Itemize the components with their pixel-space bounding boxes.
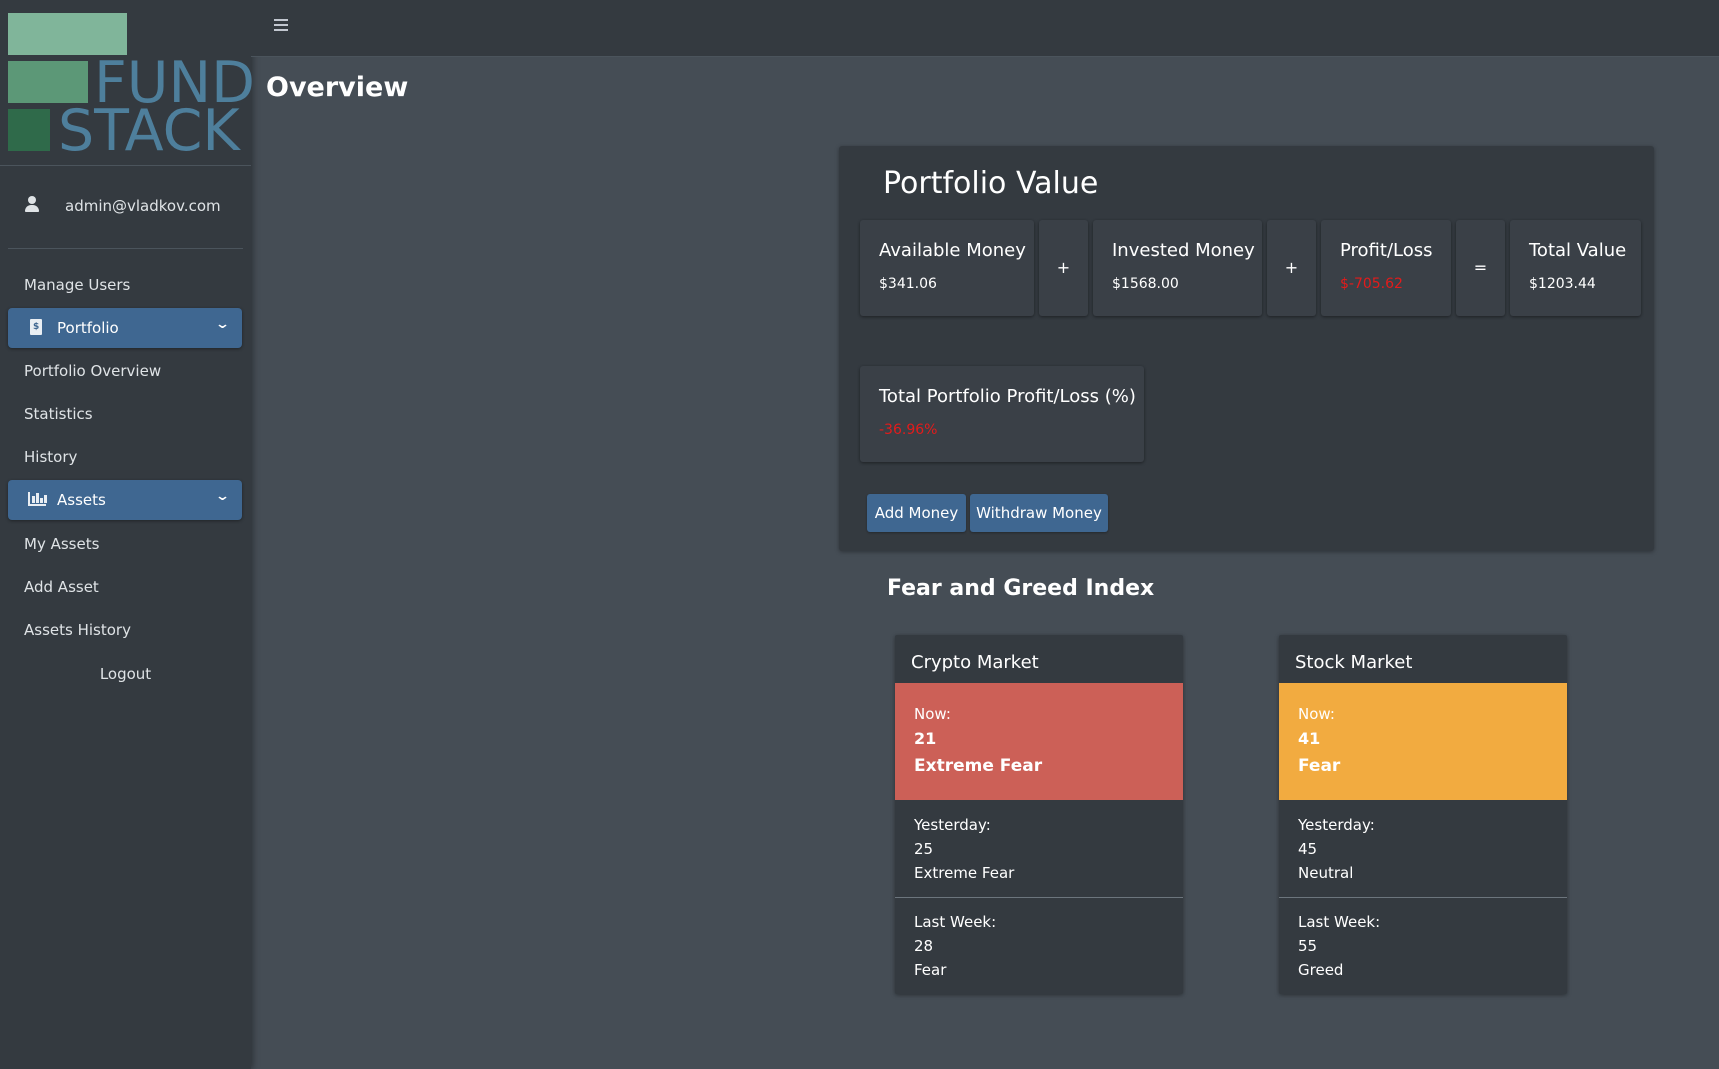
yesterday-value: 45 [1298, 840, 1318, 858]
fear-greed-title: Fear and Greed Index [887, 576, 1155, 601]
sidebar-item-assets-label: Assets [57, 491, 106, 509]
sidebar: FUND STACK admin@vladkov.com Manage User… [0, 0, 255, 1069]
yesterday-text: Neutral [1298, 864, 1354, 882]
user-email[interactable]: admin@vladkov.com [65, 197, 221, 215]
total-value-box: Total Value $1203.44 [1510, 220, 1641, 316]
yesterday-text: Extreme Fear [914, 864, 1015, 882]
now-text: Fear [1298, 756, 1341, 776]
logo-block-3 [8, 109, 50, 151]
last-week-label: Last Week: [914, 913, 997, 931]
last-week-text: Fear [914, 961, 947, 979]
stock-yesterday-section: Yesterday: 45 Neutral [1279, 800, 1567, 897]
logo-block-2 [8, 61, 88, 103]
sidebar-item-manage-users[interactable]: Manage Users [24, 276, 130, 294]
total-value-value: $1203.44 [1529, 276, 1596, 292]
available-money-box: Available Money $341.06 [860, 220, 1034, 316]
sidebar-item-assets-history[interactable]: Assets History [24, 621, 131, 639]
now-value: 21 [914, 729, 937, 748]
portfolio-value-title: Portfolio Value [883, 166, 1099, 201]
last-week-label: Last Week: [1298, 913, 1381, 931]
sidebar-item-assets[interactable]: Assets ⌄ [8, 480, 242, 520]
crypto-market-header: Crypto Market [911, 652, 1039, 673]
crypto-now-panel: Now: 21 Extreme Fear [895, 683, 1183, 800]
now-label: Now: [914, 705, 951, 723]
profit-loss-label: Profit/Loss [1340, 240, 1433, 261]
user-icon [23, 196, 41, 214]
logo-block-1 [8, 13, 127, 55]
sidebar-item-statistics[interactable]: Statistics [24, 405, 93, 423]
last-week-value: 55 [1298, 937, 1318, 955]
page-title: Overview [266, 72, 409, 103]
sidebar-item-portfolio-overview[interactable]: Portfolio Overview [24, 362, 161, 380]
sidebar-item-my-assets[interactable]: My Assets [24, 535, 99, 553]
plus-operator: + [1039, 220, 1088, 316]
logo-text-stack: STACK [58, 98, 240, 164]
available-money-value: $341.06 [879, 276, 937, 292]
chevron-down-icon: ⌄ [214, 317, 231, 332]
last-week-value: 28 [914, 937, 934, 955]
stock-market-header: Stock Market [1295, 652, 1413, 673]
now-value: 41 [1298, 729, 1321, 748]
available-money-label: Available Money [879, 240, 1026, 261]
sidebar-item-portfolio-label: Portfolio [57, 319, 119, 337]
menu-toggle-icon[interactable] [274, 19, 290, 33]
withdraw-money-button[interactable]: Withdraw Money [970, 494, 1108, 532]
profit-loss-value: $-705.62 [1340, 276, 1403, 292]
total-value-label: Total Value [1529, 240, 1627, 261]
top-navbar [251, 0, 1719, 57]
sidebar-item-add-asset[interactable]: Add Asset [24, 578, 99, 596]
plus-operator: + [1267, 220, 1316, 316]
profit-loss-box: Profit/Loss $-705.62 [1321, 220, 1451, 316]
brand-logo-area[interactable]: FUND STACK [0, 0, 255, 166]
user-panel: admin@vladkov.com [0, 166, 251, 249]
chevron-down-icon: ⌄ [214, 489, 231, 504]
file-invoice-dollar-icon [28, 319, 44, 337]
now-text: Extreme Fear [914, 756, 1043, 776]
now-label: Now: [1298, 705, 1335, 723]
fundstack-logo[interactable]: FUND STACK [8, 13, 255, 160]
yesterday-value: 25 [914, 840, 934, 858]
sidebar-item-logout[interactable]: Logout [0, 665, 251, 683]
sidebar-item-history[interactable]: History [24, 448, 77, 466]
stock-now-panel: Now: 41 Fear [1279, 683, 1567, 800]
invested-money-box: Invested Money $1568.00 [1093, 220, 1262, 316]
chart-bar-icon [28, 491, 47, 509]
stock-last-week-section: Last Week: 55 Greed [1279, 897, 1567, 994]
total-profit-loss-percent-box: Total Portfolio Profit/Loss (%) -36.96% [860, 366, 1144, 462]
crypto-yesterday-section: Yesterday: 25 Extreme Fear [895, 800, 1183, 897]
total-profit-loss-percent-label: Total Portfolio Profit/Loss (%) [879, 386, 1136, 407]
crypto-market-card: Crypto Market Now: 21 Extreme Fear Yeste… [895, 635, 1183, 994]
sidebar-item-portfolio[interactable]: Portfolio ⌄ [8, 308, 242, 348]
invested-money-value: $1568.00 [1112, 276, 1179, 292]
last-week-text: Greed [1298, 961, 1344, 979]
portfolio-value-card: Portfolio Value Available Money $341.06 … [839, 146, 1654, 551]
stock-market-card: Stock Market Now: 41 Fear Yesterday: 45 … [1279, 635, 1567, 994]
yesterday-label: Yesterday: [914, 816, 991, 834]
total-profit-loss-percent-value: -36.96% [879, 422, 938, 438]
crypto-last-week-section: Last Week: 28 Fear [895, 897, 1183, 994]
equals-operator: = [1456, 220, 1505, 316]
add-money-button[interactable]: Add Money [867, 494, 966, 532]
invested-money-label: Invested Money [1112, 240, 1255, 261]
yesterday-label: Yesterday: [1298, 816, 1375, 834]
